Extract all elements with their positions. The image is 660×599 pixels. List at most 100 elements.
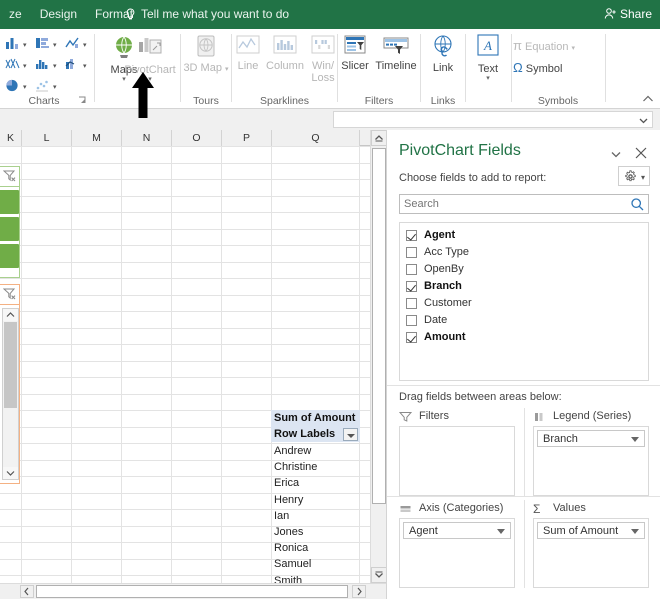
chevron-down-icon[interactable]: ▾ xyxy=(53,62,57,70)
symbol-button[interactable]: Ω Symbol xyxy=(513,59,562,76)
pivot-value-header[interactable]: Sum of Amount xyxy=(271,410,360,426)
green-slicer[interactable] xyxy=(0,166,20,278)
scatter-chart-button[interactable]: ▾ xyxy=(34,76,62,96)
chevron-down-icon[interactable] xyxy=(497,529,505,534)
charts-dialog-launcher-icon[interactable] xyxy=(78,96,88,106)
field-list-item[interactable]: Acc Type xyxy=(400,244,648,261)
scroll-left-button[interactable] xyxy=(20,585,34,598)
slicer-scroll-up-button[interactable] xyxy=(3,309,18,321)
slicer-button[interactable]: Slicer xyxy=(335,32,375,94)
field-list-item[interactable]: Amount xyxy=(400,329,648,346)
3d-map-button[interactable]: 3D Map ▾ xyxy=(180,32,232,94)
share-button[interactable]: Share xyxy=(604,0,652,29)
area-values-dropzone[interactable]: Sum of Amount xyxy=(533,518,649,588)
line-chart-button[interactable]: ▾ xyxy=(64,34,92,54)
field-checkbox[interactable] xyxy=(406,281,417,292)
field-list[interactable]: Agent Acc Type OpenBy Branch Customer Date Amo… xyxy=(399,222,649,381)
chevron-down-icon[interactable]: ▾ xyxy=(572,45,576,52)
pivot-row-labels-header[interactable]: Row Labels xyxy=(271,426,360,442)
slicer-scroll-thumb[interactable] xyxy=(4,322,17,408)
column-header-O[interactable]: O xyxy=(172,130,222,146)
sparkline-column-button[interactable]: Column xyxy=(263,32,307,94)
pivot-filter-dropdown-button[interactable] xyxy=(343,428,358,441)
chevron-down-icon[interactable]: ▾ xyxy=(83,41,87,49)
chevron-down-icon[interactable]: ▾ xyxy=(83,62,87,70)
equation-button[interactable]: π Equation ▾ xyxy=(513,37,575,54)
column-header-Q[interactable]: Q xyxy=(272,130,360,146)
sparkline-line-button[interactable]: Line xyxy=(230,32,266,94)
field-checkbox[interactable] xyxy=(406,264,417,275)
field-list-item[interactable]: Customer xyxy=(400,295,648,312)
chevron-down-icon[interactable] xyxy=(631,529,639,534)
timeline-button[interactable]: Timeline xyxy=(372,32,420,94)
column-chart-button[interactable]: ▾ xyxy=(4,34,32,54)
scroll-up-button[interactable] xyxy=(371,130,387,146)
column-header-K[interactable]: K xyxy=(0,130,22,146)
clear-filter-icon[interactable] xyxy=(2,287,17,301)
slicer-scrollbar[interactable] xyxy=(2,308,19,480)
worksheet-grid[interactable]: K L M N O P Q Sum of Amount Row Labels A… xyxy=(0,130,386,583)
waterfall-chart-button[interactable]: ▾ xyxy=(4,55,32,75)
field-checkbox[interactable] xyxy=(406,298,417,309)
area-filters-dropzone[interactable] xyxy=(399,426,515,496)
area-legend-dropzone[interactable]: Branch xyxy=(533,426,649,496)
horizontal-scrollbar[interactable] xyxy=(0,583,386,599)
pivot-row-label[interactable]: Andrew xyxy=(271,443,360,459)
column-header-P[interactable]: P xyxy=(222,130,272,146)
chevron-down-icon[interactable]: ▾ xyxy=(23,62,27,70)
text-button[interactable]: A Text ▾ xyxy=(468,32,508,94)
chevron-down-icon[interactable]: ▾ xyxy=(23,41,27,49)
pane-close-button[interactable] xyxy=(634,146,648,160)
chevron-down-icon[interactable] xyxy=(631,437,639,442)
chevron-down-icon[interactable]: ▾ xyxy=(53,83,57,91)
chevron-down-icon[interactable] xyxy=(639,116,648,125)
pivot-row-label[interactable]: Jones xyxy=(271,524,360,540)
chevron-down-icon[interactable]: ▾ xyxy=(23,83,27,91)
chevron-down-icon[interactable]: ▾ xyxy=(53,41,57,49)
field-list-item[interactable]: OpenBy xyxy=(400,261,648,278)
pivot-row-label[interactable]: Samuel xyxy=(271,556,360,572)
pane-options-dropdown-icon[interactable] xyxy=(610,148,622,160)
area-axis-dropzone[interactable]: Agent xyxy=(399,518,515,588)
field-list-item[interactable]: Branch xyxy=(400,278,648,295)
orange-slicer[interactable] xyxy=(0,284,20,484)
field-checkbox[interactable] xyxy=(406,315,417,326)
tab-design[interactable]: Design xyxy=(31,0,86,29)
column-header-M[interactable]: M xyxy=(72,130,122,146)
field-list-settings-button[interactable]: ▾ xyxy=(618,166,650,186)
link-button[interactable]: Link xyxy=(417,32,469,94)
bar-chart-button[interactable]: ▾ xyxy=(34,34,62,54)
pivot-row-label[interactable]: Erica xyxy=(271,475,360,491)
tell-me-box[interactable]: Tell me what you want to do xyxy=(141,0,289,29)
vertical-scroll-thumb[interactable] xyxy=(372,148,386,504)
field-list-item[interactable]: Agent xyxy=(400,227,648,244)
pie-chart-button[interactable]: ▾ xyxy=(4,76,32,96)
slicer-scroll-down-button[interactable] xyxy=(3,467,18,479)
column-header-N[interactable]: N xyxy=(122,130,172,146)
grid-cells[interactable]: Sum of Amount Row Labels Andrew Christine… xyxy=(0,146,372,583)
field-checkbox[interactable] xyxy=(406,230,417,241)
formula-input[interactable] xyxy=(333,111,653,128)
tab-analyze[interactable]: ze xyxy=(0,0,31,29)
pivot-row-label[interactable]: Henry xyxy=(271,492,360,508)
scroll-down-button[interactable] xyxy=(371,567,387,583)
field-checkbox[interactable] xyxy=(406,247,417,258)
combo-chart-button[interactable]: ▾ xyxy=(64,55,92,75)
collapse-ribbon-button[interactable] xyxy=(642,93,654,105)
slicer-item[interactable] xyxy=(0,217,19,241)
chevron-down-icon[interactable]: ▾ xyxy=(641,173,645,182)
field-checkbox[interactable] xyxy=(406,332,417,343)
horizontal-scroll-thumb[interactable] xyxy=(36,585,348,598)
clear-filter-icon[interactable] xyxy=(2,169,17,183)
slicer-item[interactable] xyxy=(0,244,19,268)
field-pill-branch[interactable]: Branch xyxy=(537,430,645,447)
field-list-item[interactable]: Date xyxy=(400,312,648,329)
vertical-scrollbar[interactable] xyxy=(370,130,387,583)
chevron-down-icon[interactable]: ▾ xyxy=(468,75,508,83)
histogram-chart-button[interactable]: ▾ xyxy=(34,55,62,75)
search-icon[interactable] xyxy=(630,197,645,212)
pivot-row-label[interactable]: Ronica xyxy=(271,540,360,556)
pivot-row-label[interactable]: Christine xyxy=(271,459,360,475)
slicer-item[interactable] xyxy=(0,190,19,214)
field-search-box[interactable] xyxy=(399,194,649,214)
